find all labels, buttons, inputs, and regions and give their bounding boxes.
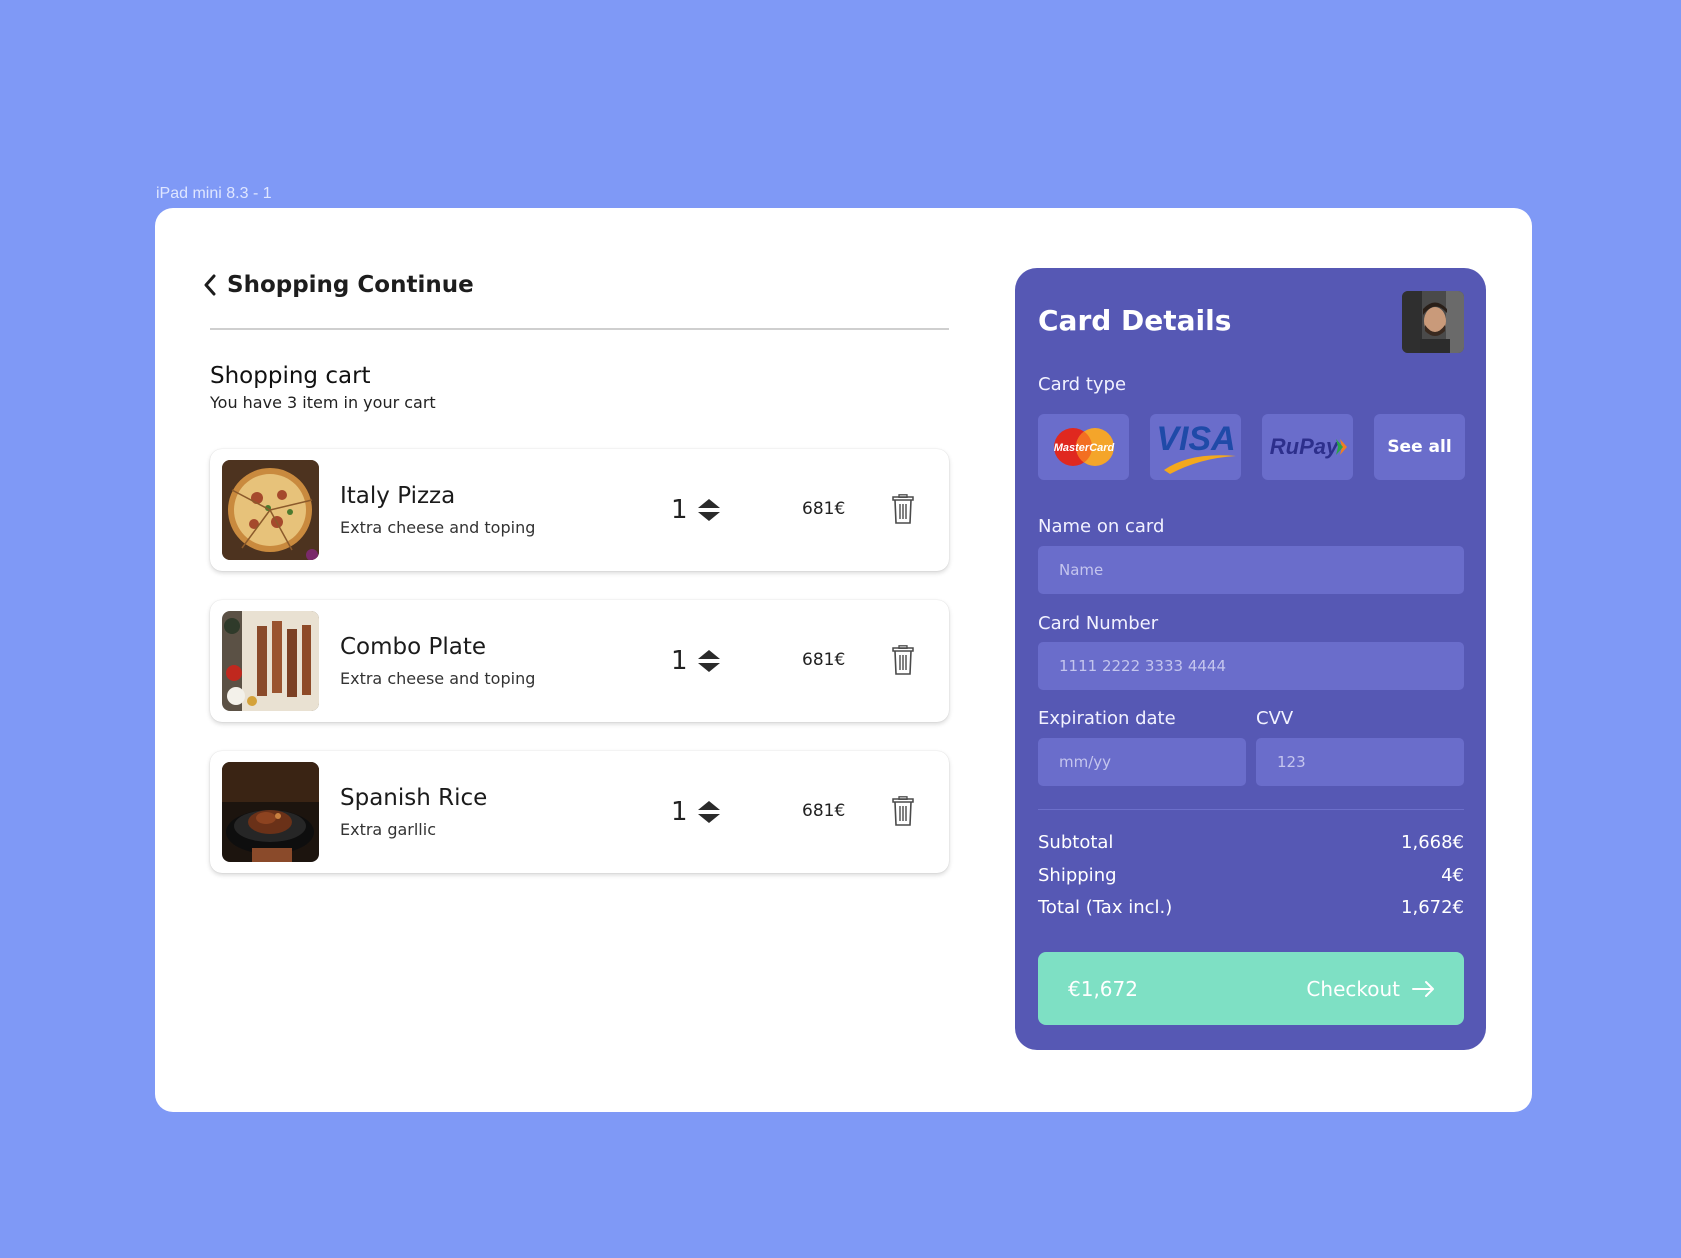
name-on-card-field[interactable] [1038, 546, 1464, 594]
card-details-panel: Card Details Card type MasterCard VISA R… [1015, 268, 1486, 1050]
mastercard-logo-icon: MasterCard [1053, 428, 1114, 466]
chevron-left-icon [204, 274, 216, 296]
back-link-label: Shopping Continue [227, 272, 474, 298]
delete-button[interactable] [892, 494, 914, 524]
item-price: 681€ [802, 499, 846, 519]
quantity-stepper: 1 [671, 797, 722, 827]
sort-arrows-icon[interactable] [696, 799, 722, 825]
shipping-value: 4€ [1441, 865, 1464, 886]
combo-plate-image [222, 611, 319, 711]
spanish-rice-image [222, 762, 319, 862]
item-price: 681€ [802, 801, 846, 821]
cart-subtitle: You have 3 item in your cart [210, 393, 436, 412]
trash-icon [892, 494, 914, 524]
cart-item: Combo Plate Extra cheese and toping 1 68… [210, 600, 949, 722]
ipad-frame: Shopping Continue Shopping cart You have… [155, 208, 1532, 1112]
cvv-field[interactable] [1256, 738, 1464, 786]
checkout-amount: €1,672 [1068, 976, 1138, 1001]
total-label: Total (Tax incl.) [1038, 897, 1173, 918]
item-price: 681€ [802, 650, 846, 670]
svg-text:MasterCard: MasterCard [1053, 442, 1114, 454]
total-row: Total (Tax incl.) 1,672€ [1038, 897, 1464, 918]
back-link[interactable]: Shopping Continue [203, 272, 474, 298]
card-type-visa[interactable]: VISA [1150, 414, 1241, 480]
pizza-image [222, 460, 319, 560]
divider [210, 328, 949, 330]
quantity-value: 1 [671, 495, 688, 525]
svg-text:RuPay: RuPay [1270, 434, 1340, 459]
card-type-label: Card type [1038, 374, 1127, 395]
cvv-label: CVV [1256, 708, 1294, 729]
item-name: Italy Pizza [340, 483, 456, 509]
see-all-button[interactable]: See all [1374, 414, 1465, 480]
checkout-button[interactable]: €1,672 Checkout [1038, 952, 1464, 1025]
cart-list: Italy Pizza Extra cheese and toping 1 68… [210, 449, 949, 902]
item-name: Spanish Rice [340, 785, 488, 811]
item-description: Extra cheese and toping [340, 669, 536, 688]
item-description: Extra garllic [340, 820, 436, 839]
expiration-date-label: Expiration date [1038, 708, 1176, 729]
visa-logo-icon: VISA [1156, 420, 1236, 474]
frame-label: iPad mini 8.3 - 1 [156, 185, 272, 202]
quantity-value: 1 [671, 797, 688, 827]
delete-button[interactable] [892, 645, 914, 675]
quantity-value: 1 [671, 646, 688, 676]
subtotal-label: Subtotal [1038, 832, 1114, 853]
subtotal-value: 1,668€ [1401, 832, 1464, 853]
subtotal-row: Subtotal 1,668€ [1038, 832, 1464, 853]
card-type-mastercard[interactable]: MasterCard [1038, 414, 1129, 480]
card-number-label: Card Number [1038, 613, 1159, 634]
name-on-card-label: Name on card [1038, 516, 1165, 537]
card-type-rupay[interactable]: RuPay [1262, 414, 1353, 480]
shipping-row: Shipping 4€ [1038, 865, 1464, 886]
cart-item: Spanish Rice Extra garllic 1 681€ [210, 751, 949, 873]
total-value: 1,672€ [1401, 897, 1464, 918]
cart-item: Italy Pizza Extra cheese and toping 1 68… [210, 449, 949, 571]
delete-button[interactable] [892, 796, 914, 826]
rupay-logo-icon: RuPay [1270, 434, 1347, 459]
sort-arrows-icon[interactable] [696, 648, 722, 674]
trash-icon [892, 796, 914, 826]
see-all-label: See all [1387, 437, 1452, 457]
arrow-right-icon [1412, 980, 1434, 997]
expiration-date-field[interactable] [1038, 738, 1246, 786]
checkout-action: Checkout [1306, 977, 1436, 1001]
trash-icon [892, 645, 914, 675]
card-number-field[interactable] [1038, 642, 1464, 690]
checkout-label: Checkout [1306, 976, 1400, 1001]
shipping-label: Shipping [1038, 865, 1117, 886]
card-details-title: Card Details [1038, 304, 1232, 337]
divider [1038, 809, 1464, 810]
item-description: Extra cheese and toping [340, 518, 536, 537]
cart-title: Shopping cart [210, 363, 371, 389]
item-name: Combo Plate [340, 634, 487, 660]
svg-text:VISA: VISA [1156, 420, 1235, 458]
quantity-stepper: 1 [671, 495, 722, 525]
card-type-options: MasterCard VISA RuPay See all [1038, 414, 1465, 480]
avatar[interactable] [1402, 291, 1464, 353]
quantity-stepper: 1 [671, 646, 722, 676]
sort-arrows-icon[interactable] [696, 497, 722, 523]
